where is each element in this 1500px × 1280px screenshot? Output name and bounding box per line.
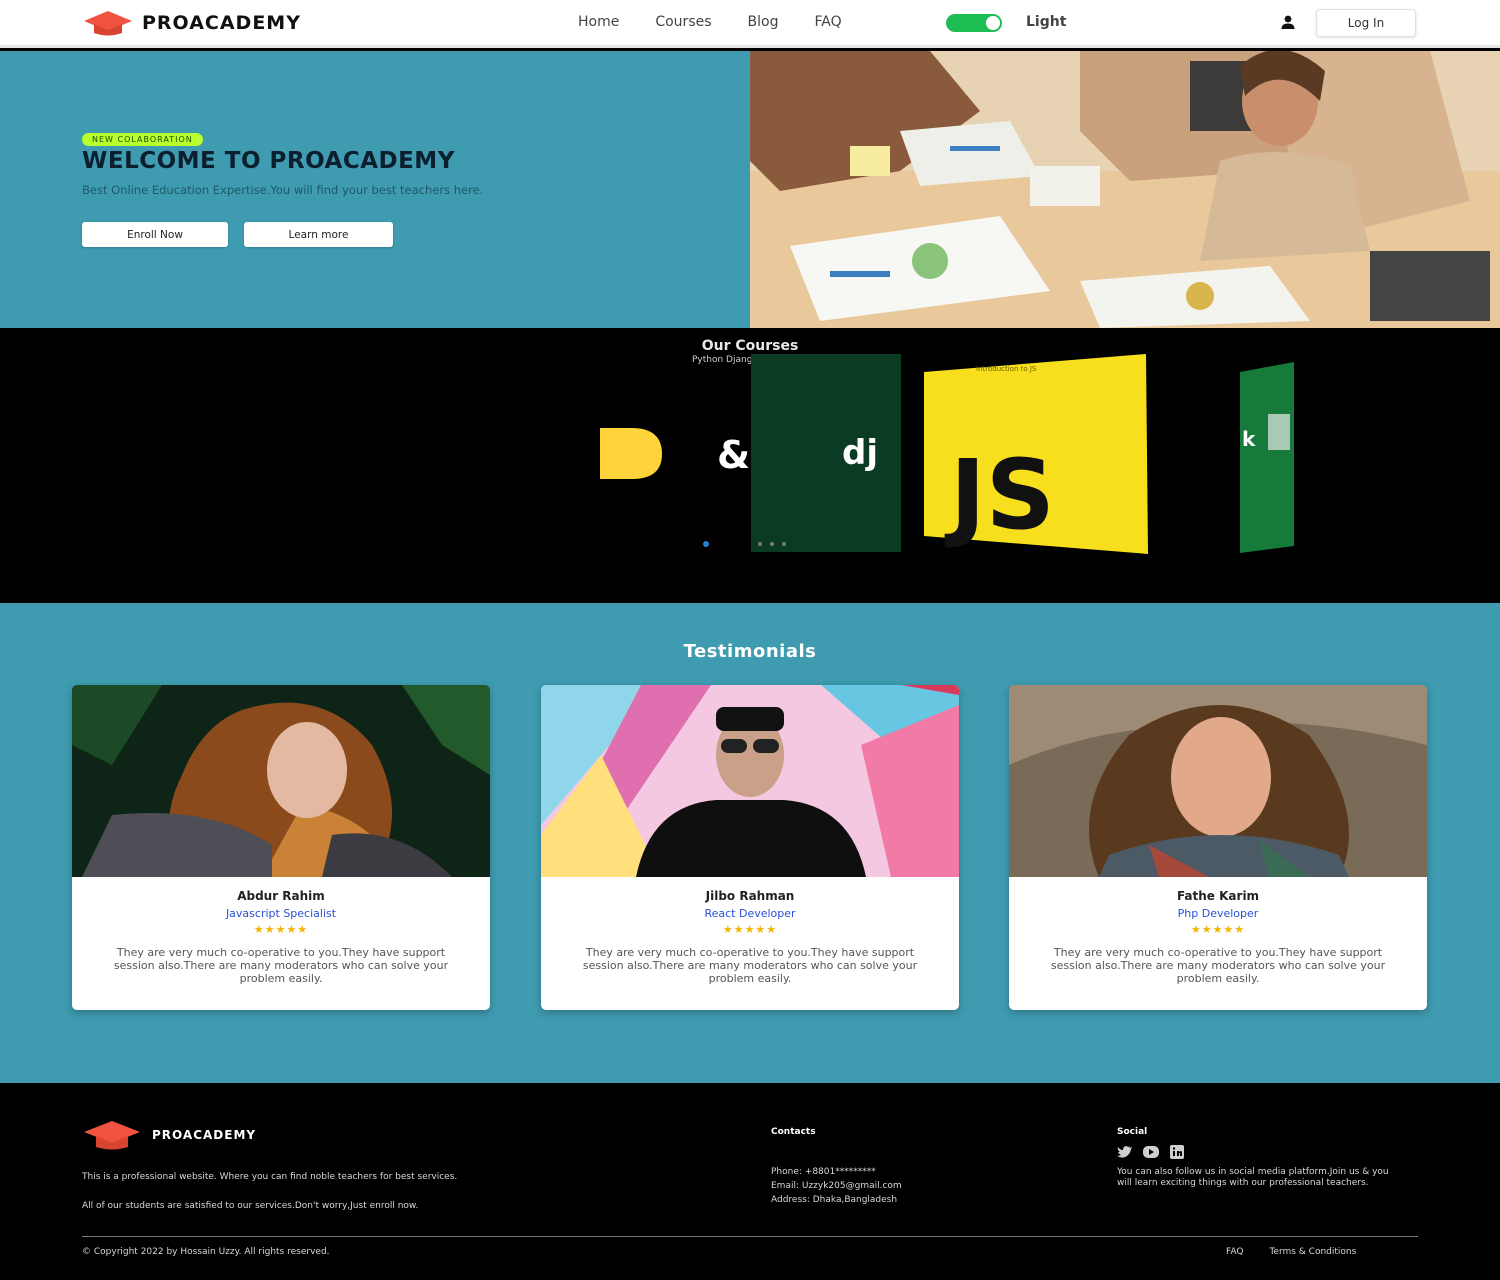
python-slide[interactable] bbox=[600, 428, 662, 479]
testimonial-photo bbox=[1009, 685, 1427, 877]
testimonial-photo bbox=[72, 685, 490, 877]
ampersand-text: & bbox=[717, 433, 750, 477]
youtube-icon[interactable] bbox=[1143, 1145, 1159, 1159]
login-button[interactable]: Log In bbox=[1316, 9, 1416, 37]
hero-section: NEW COLABORATION WELCOME TO PROACADEMY B… bbox=[0, 51, 1500, 328]
contacts-title: Contacts bbox=[771, 1127, 816, 1137]
testimonial-card: Abdur Rahim Javascript Specialist ★★★★★ … bbox=[72, 685, 490, 1010]
footer: PROACADEMY This is a professional websit… bbox=[0, 1083, 1500, 1280]
star-rating-icon: ★★★★★ bbox=[722, 923, 778, 936]
testimonial-text: They are very much co-operative to you.T… bbox=[582, 946, 918, 985]
testimonial-text: They are very much co-operative to you.T… bbox=[113, 946, 449, 985]
testimonials-title: Testimonials bbox=[683, 641, 817, 662]
hero-subtitle: Best Online Education Expertise.You will… bbox=[82, 183, 484, 197]
testimonial-role: Php Developer bbox=[1177, 907, 1259, 920]
navbar: PROACADEMY Home Courses Blog FAQ Light L… bbox=[0, 0, 1500, 48]
learn-more-button[interactable]: Learn more bbox=[244, 222, 393, 247]
nav-home[interactable]: Home bbox=[578, 14, 619, 30]
hero-text-panel: NEW COLABORATION WELCOME TO PROACADEMY B… bbox=[0, 51, 750, 328]
courses-section: Our Courses Python Django & dj Introduct… bbox=[0, 328, 1500, 603]
contact-address: Address: Dhaka,Bangladesh bbox=[771, 1195, 898, 1205]
testimonial-role: React Developer bbox=[704, 907, 796, 920]
course-carousel[interactable]: & dj Introduction to JS JS k bbox=[0, 328, 1500, 603]
graduation-cap-logo-icon bbox=[84, 1121, 140, 1150]
enroll-now-button[interactable]: Enroll Now bbox=[82, 222, 228, 247]
testimonial-photo bbox=[541, 685, 959, 877]
social-description: You can also follow us in social media p… bbox=[1117, 1167, 1389, 1188]
theme-toggle-label: Light bbox=[1026, 14, 1067, 30]
testimonial-name: Abdur Rahim bbox=[237, 889, 325, 903]
theme-toggle[interactable] bbox=[946, 14, 1002, 32]
contact-phone: Phone: +8801********* bbox=[771, 1167, 876, 1177]
brand-name: PROACADEMY bbox=[142, 12, 301, 34]
twitter-icon[interactable] bbox=[1117, 1145, 1133, 1159]
footer-description-2: All of our students are satisfied to our… bbox=[82, 1201, 419, 1211]
excel-slide[interactable]: k bbox=[1240, 362, 1294, 553]
django-slide[interactable]: & dj bbox=[717, 354, 901, 552]
linkedin-icon[interactable] bbox=[1169, 1145, 1185, 1159]
star-rating-icon: ★★★★★ bbox=[1190, 923, 1246, 936]
testimonials-section: Testimonials Abdur Rahim Javascript Spec… bbox=[0, 603, 1500, 1083]
graduation-cap-logo-icon bbox=[84, 11, 132, 36]
copyright-text: © Copyright 2022 by Hossain Uzzy. All ri… bbox=[82, 1247, 330, 1257]
django-logo-text: dj bbox=[842, 433, 878, 473]
footer-terms-link[interactable]: Terms & Conditions bbox=[1269, 1247, 1356, 1257]
nav-blog[interactable]: Blog bbox=[748, 14, 779, 30]
brand[interactable]: PROACADEMY bbox=[82, 9, 301, 37]
nav-faq[interactable]: FAQ bbox=[814, 14, 841, 30]
star-rating-icon: ★★★★★ bbox=[253, 923, 309, 936]
hero-title: WELCOME TO PROACADEMY bbox=[82, 148, 455, 174]
testimonial-role: Javascript Specialist bbox=[225, 907, 337, 920]
testimonial-card: Fathe Karim Php Developer ★★★★★ They are… bbox=[1009, 685, 1427, 1010]
footer-brand-name: PROACADEMY bbox=[152, 1128, 257, 1142]
footer-divider bbox=[82, 1236, 1418, 1237]
contacts-list: Phone: +8801********* Email: Uzzyk205@gm… bbox=[771, 1165, 902, 1207]
user-icon[interactable] bbox=[1280, 14, 1296, 30]
footer-links: FAQ Terms & Conditions bbox=[1226, 1247, 1356, 1257]
social-icons bbox=[1117, 1145, 1185, 1159]
testimonial-name: Fathe Karim bbox=[1176, 889, 1260, 903]
testimonial-card: Jilbo Rahman React Developer ★★★★★ They … bbox=[541, 685, 959, 1010]
hero-image bbox=[750, 51, 1500, 328]
footer-brand[interactable]: PROACADEMY bbox=[82, 1119, 256, 1151]
svg-text:k: k bbox=[1242, 427, 1256, 451]
footer-description: This is a professional website. Where yo… bbox=[82, 1172, 458, 1182]
social-title: Social bbox=[1117, 1127, 1148, 1137]
nav-links: Home Courses Blog FAQ bbox=[578, 14, 842, 30]
js-logo-text: JS bbox=[944, 439, 1055, 551]
javascript-slide[interactable]: Introduction to JS JS bbox=[924, 354, 1148, 554]
contact-email[interactable]: Email: Uzzyk205@gmail.com bbox=[771, 1179, 902, 1193]
carousel-indicator-dot[interactable] bbox=[703, 541, 709, 547]
js-slide-caption: Introduction to JS bbox=[976, 365, 1037, 373]
hero-badge: NEW COLABORATION bbox=[82, 133, 203, 146]
footer-faq-link[interactable]: FAQ bbox=[1226, 1247, 1243, 1257]
nav-courses[interactable]: Courses bbox=[655, 14, 711, 30]
testimonial-text: They are very much co-operative to you.T… bbox=[1050, 946, 1386, 985]
testimonial-name: Jilbo Rahman bbox=[705, 889, 795, 903]
